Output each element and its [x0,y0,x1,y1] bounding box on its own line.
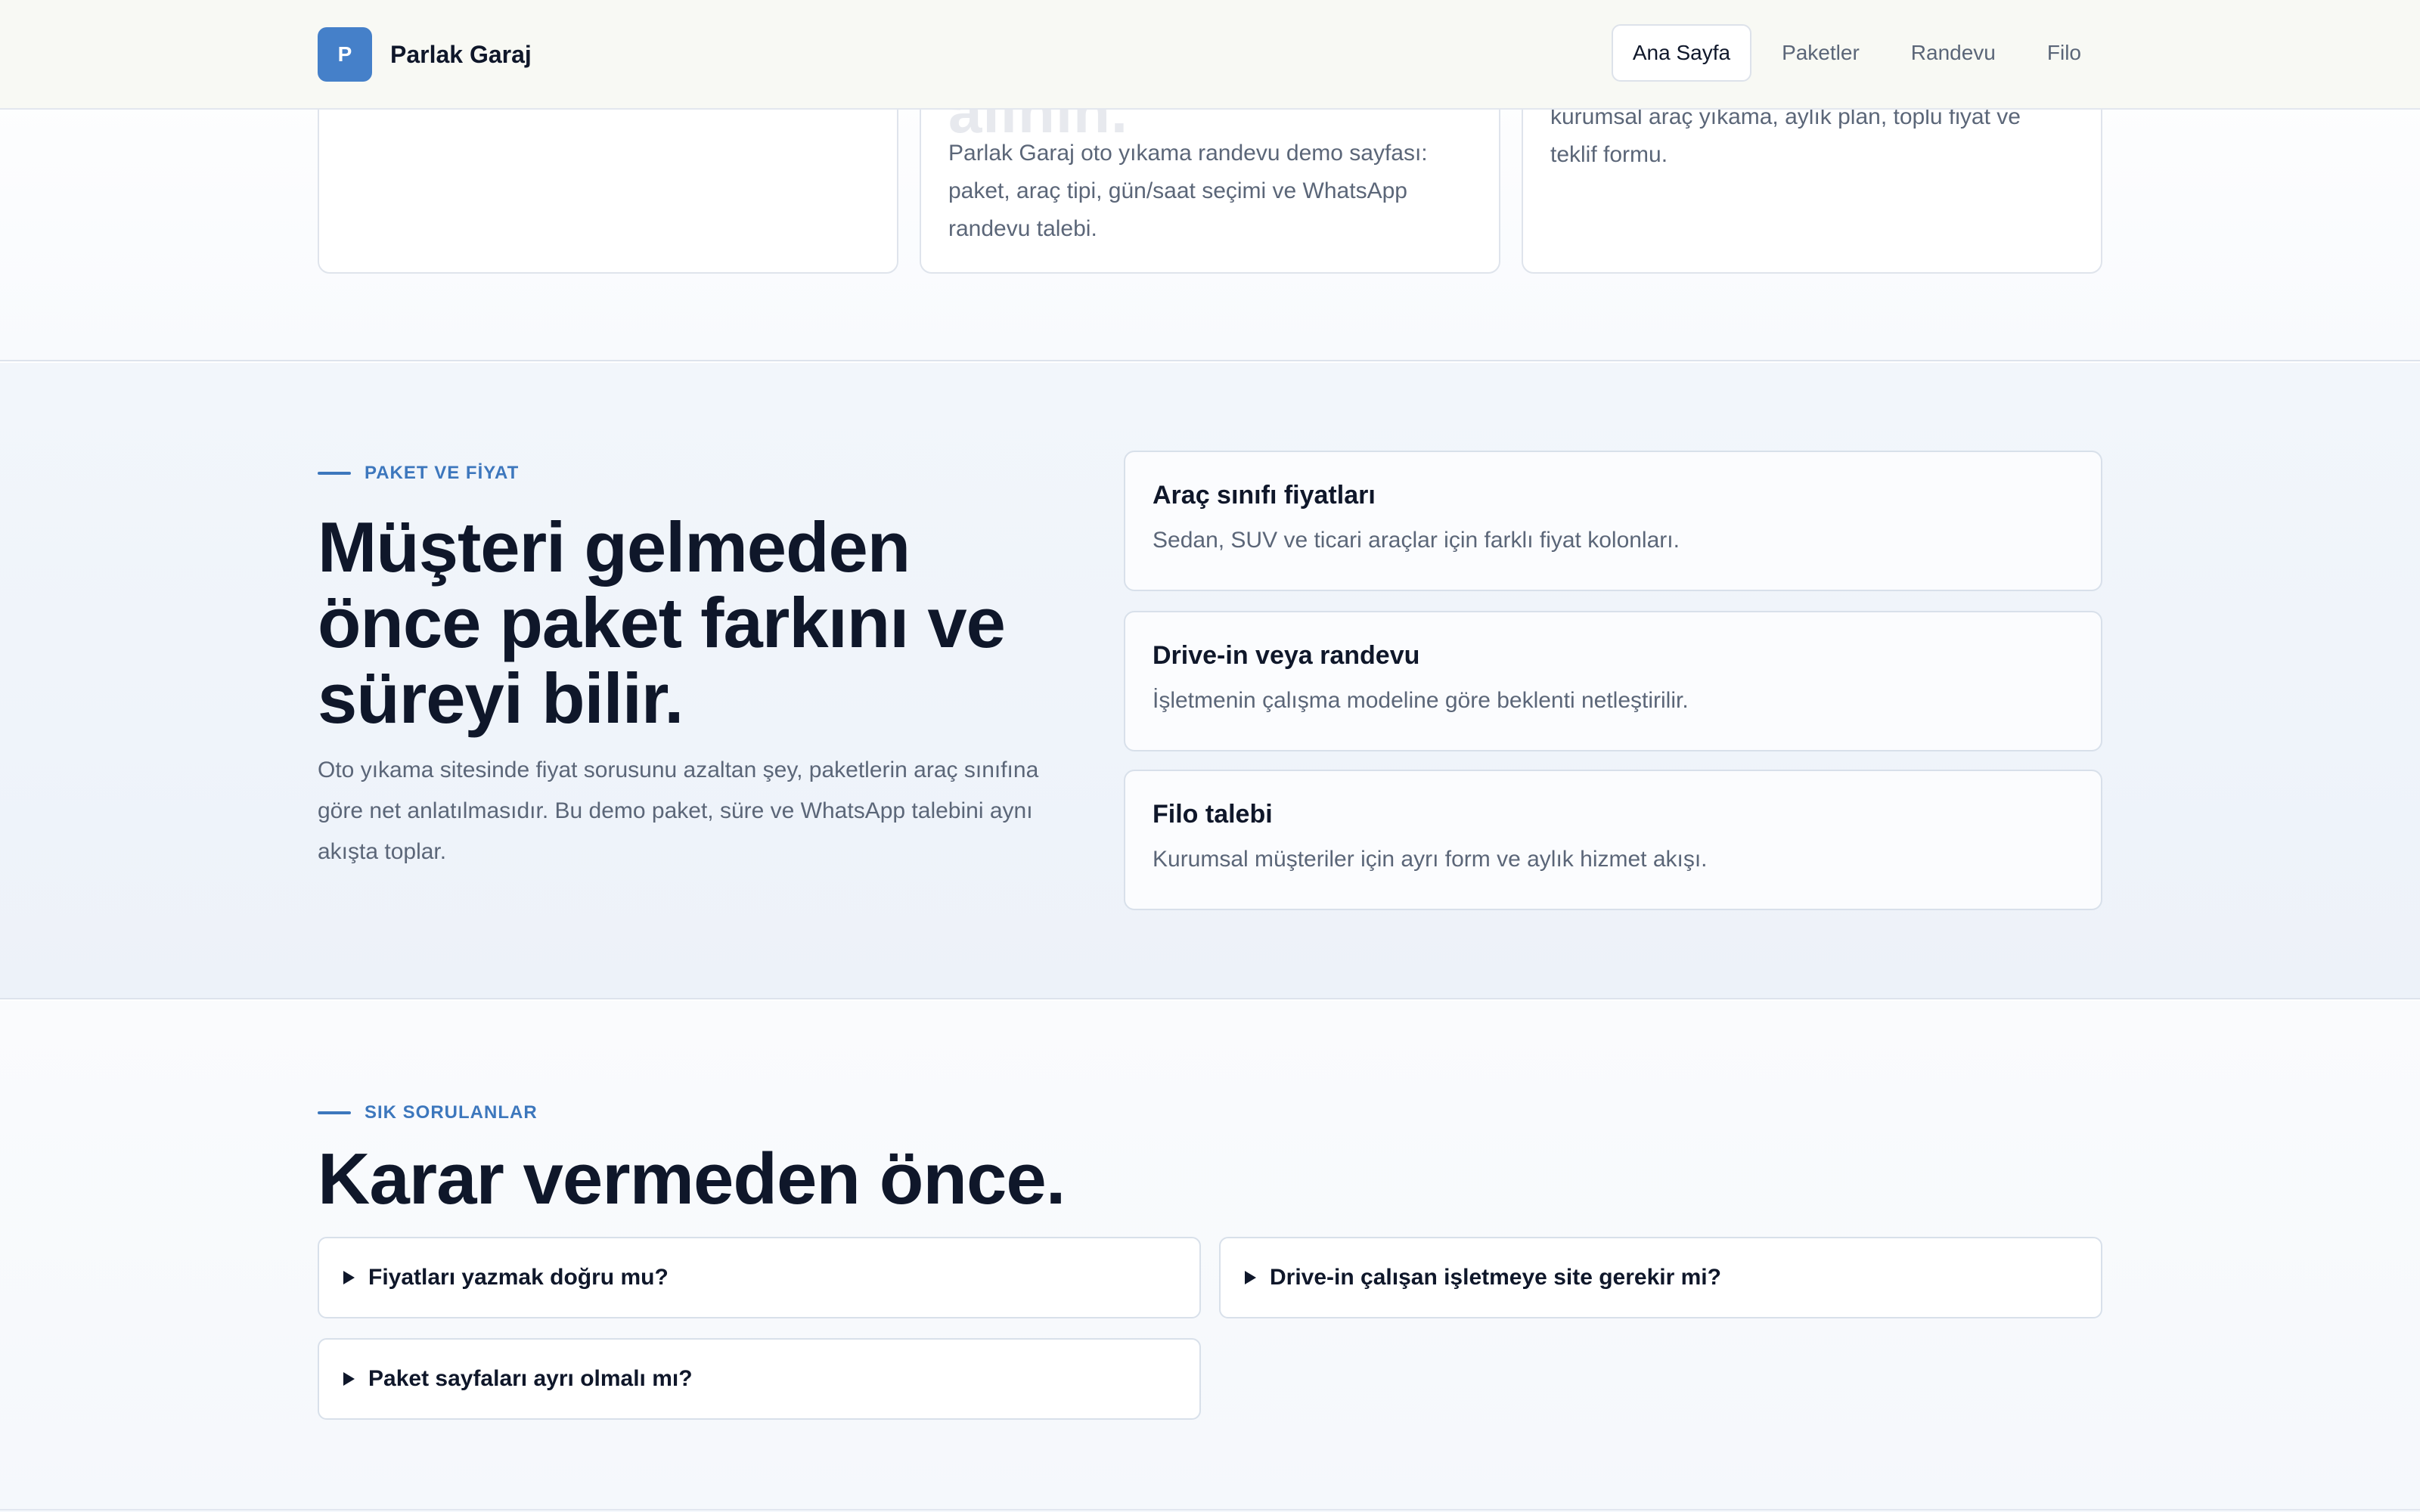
nav-fleet[interactable]: Filo [2026,24,2102,82]
top-card-2-text: Parlak Garaj oto yıkama randevu demo say… [948,141,1428,241]
feature-card: Araç sınıfı fiyatları Sedan, SUV ve tica… [1124,451,2102,591]
site-header: P Parlak Garaj Ana Sayfa Paketler Randev… [0,0,2420,110]
faq-item[interactable]: Paket sayfaları ayrı olmalı mı? [318,1338,1201,1420]
faq-question: Drive-in çalışan işletmeye site gerekir … [1270,1265,1721,1290]
pricing-eyebrow-text: PAKET VE FİYAT [365,463,520,483]
feature-card: Drive-in veya randevu İşletmenin çalışma… [1124,611,2102,751]
nav-packages[interactable]: Paketler [1761,24,1881,82]
pricing-lead: Oto yıkama sitesinde fiyat sorusunu azal… [318,758,1039,864]
faq-question: Paket sayfaları ayrı olmalı mı? [368,1366,693,1391]
main-nav: Ana Sayfa Paketler Randevu Filo [1611,24,2102,82]
section-divider [0,1509,2420,1510]
top-card-3-text: kurumsal araç yıkama, aylık plan, toplu … [1550,104,2021,167]
feature-title: Drive-in veya randevu [1153,641,1420,670]
pricing-title-line: önce paket farkını ve [318,583,1006,662]
brand[interactable]: P Parlak Garaj [318,27,532,82]
feature-text: Sedan, SUV ve ticari araçlar için farklı… [1153,528,1680,553]
faq-section: SIK SORULANLAR Karar vermeden önce. Fiya… [0,1001,2420,1512]
pricing-section: PAKET VE FİYAT Müşteri gelmeden önce pak… [0,363,2420,999]
faq-title: Karar vermeden önce. [318,1139,1066,1219]
faq-item[interactable]: Fiyatları yazmak doğru mu? [318,1237,1201,1318]
feature-text: İşletmenin çalışma modeline göre beklent… [1153,688,1689,713]
feature-text: Kurumsal müşteriler için ayrı form ve ay… [1153,847,1708,872]
faq-eyebrow: SIK SORULANLAR [318,1102,538,1123]
pricing-title: Müşteri gelmeden önce paket farkını ve s… [318,510,1104,736]
feature-title: Araç sınıfı fiyatları [1153,481,1376,510]
pricing-title-line: süreyi bilir. [318,658,684,738]
faq-eyebrow-text: SIK SORULANLAR [365,1102,538,1123]
eyebrow-line [318,1111,351,1114]
brand-name: Parlak Garaj [390,40,532,68]
feature-card: Filo talebi Kurumsal müşteriler için ayr… [1124,770,2102,910]
nav-appointment[interactable]: Randevu [1890,24,2017,82]
feature-title: Filo talebi [1153,800,1273,829]
eyebrow-line [318,472,351,475]
pricing-title-line: Müşteri gelmeden [318,507,911,587]
pricing-eyebrow: PAKET VE FİYAT [318,463,519,484]
disclosure-triangle-icon [343,1372,355,1386]
disclosure-triangle-icon [1245,1271,1256,1284]
faq-item[interactable]: Drive-in çalışan işletmeye site gerekir … [1219,1237,2102,1318]
faq-question: Fiyatları yazmak doğru mu? [368,1265,669,1290]
brand-logo: P [318,27,372,82]
disclosure-triangle-icon [343,1271,355,1284]
nav-home[interactable]: Ana Sayfa [1611,24,1752,82]
